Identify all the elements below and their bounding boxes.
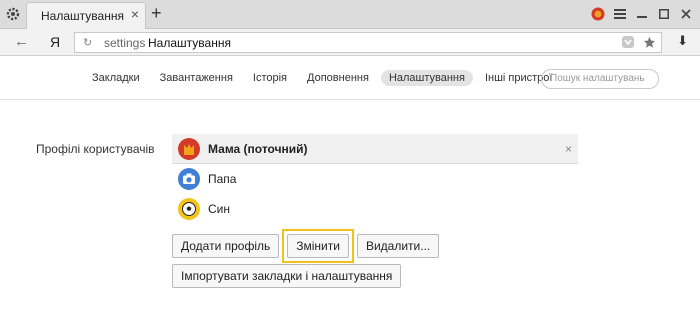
menu-icon[interactable] [612, 6, 628, 22]
star-bookmark-icon[interactable] [643, 36, 656, 52]
settings-nav-links: Закладки Завантаження Історія Доповнення Нал… [84, 70, 564, 86]
yandex-logo-icon[interactable] [590, 6, 606, 22]
settings-nav-link[interactable]: Доповнення [299, 70, 377, 86]
close-icon[interactable]: × [131, 7, 139, 21]
new-tab-button[interactable]: + [151, 3, 162, 23]
close-window-icon[interactable] [678, 6, 694, 22]
profile-list: Мама (поточний) × Папа Син [172, 134, 578, 224]
profile-name: Син [208, 202, 230, 216]
highlight-frame: Змінити [282, 229, 354, 263]
navigation-bar: ← Я ↻ settings Налаштування ⬇ [0, 29, 700, 56]
profile-item-current[interactable]: Мама (поточний) × [172, 134, 578, 164]
settings-content: Профілі користувачів Мама (поточний) × П… [0, 101, 700, 334]
profile-item[interactable]: Син [172, 194, 578, 224]
tab-strip: Налаштування × + [0, 0, 700, 29]
crown-icon [178, 137, 200, 160]
protect-shield-icon[interactable] [621, 35, 635, 52]
back-arrow-icon[interactable]: ← [14, 34, 29, 50]
minimize-icon[interactable] [634, 6, 650, 22]
profile-item[interactable]: Папа [172, 164, 578, 194]
import-bookmarks-button[interactable]: Імпортувати закладки і налаштування [172, 264, 402, 288]
address-bar[interactable]: ↻ settings Налаштування [74, 32, 662, 53]
reload-icon[interactable]: ↻ [83, 36, 92, 49]
change-profile-button[interactable]: Змінити [287, 234, 349, 258]
soccer-ball-icon [178, 198, 200, 220]
settings-nav-link[interactable]: Закладки [84, 70, 148, 86]
tab-settings[interactable]: Налаштування × [26, 2, 146, 29]
url-prefix: settings [104, 36, 146, 50]
camera-icon [178, 168, 200, 190]
profile-name: Мама (поточний) [208, 141, 308, 156]
tab-title: Налаштування [41, 9, 124, 23]
download-icon[interactable]: ⬇ [677, 33, 688, 49]
add-profile-button[interactable]: Додати профіль [172, 234, 280, 258]
maximize-icon[interactable] [656, 6, 672, 22]
settings-search-input[interactable]: Пошук налаштувань [541, 69, 659, 89]
gear-icon[interactable] [5, 6, 21, 22]
profile-actions: Додати профіль Змінити Видалити... [172, 229, 440, 263]
yandex-brand-button[interactable]: Я [50, 34, 60, 50]
window-controls [590, 6, 694, 22]
url-page-title: Налаштування [148, 36, 231, 50]
remove-profile-icon[interactable]: × [565, 142, 572, 156]
settings-nav-link[interactable]: Налаштування [380, 70, 473, 86]
profile-name: Папа [208, 172, 237, 186]
delete-profile-button[interactable]: Видалити... [356, 234, 440, 258]
profiles-section-label: Профілі користувачів [36, 142, 155, 156]
settings-navigation: Закладки Завантаження Історія Доповнення Нал… [0, 56, 700, 100]
settings-nav-link[interactable]: Історія [245, 70, 295, 86]
settings-nav-link[interactable]: Завантаження [152, 70, 241, 86]
